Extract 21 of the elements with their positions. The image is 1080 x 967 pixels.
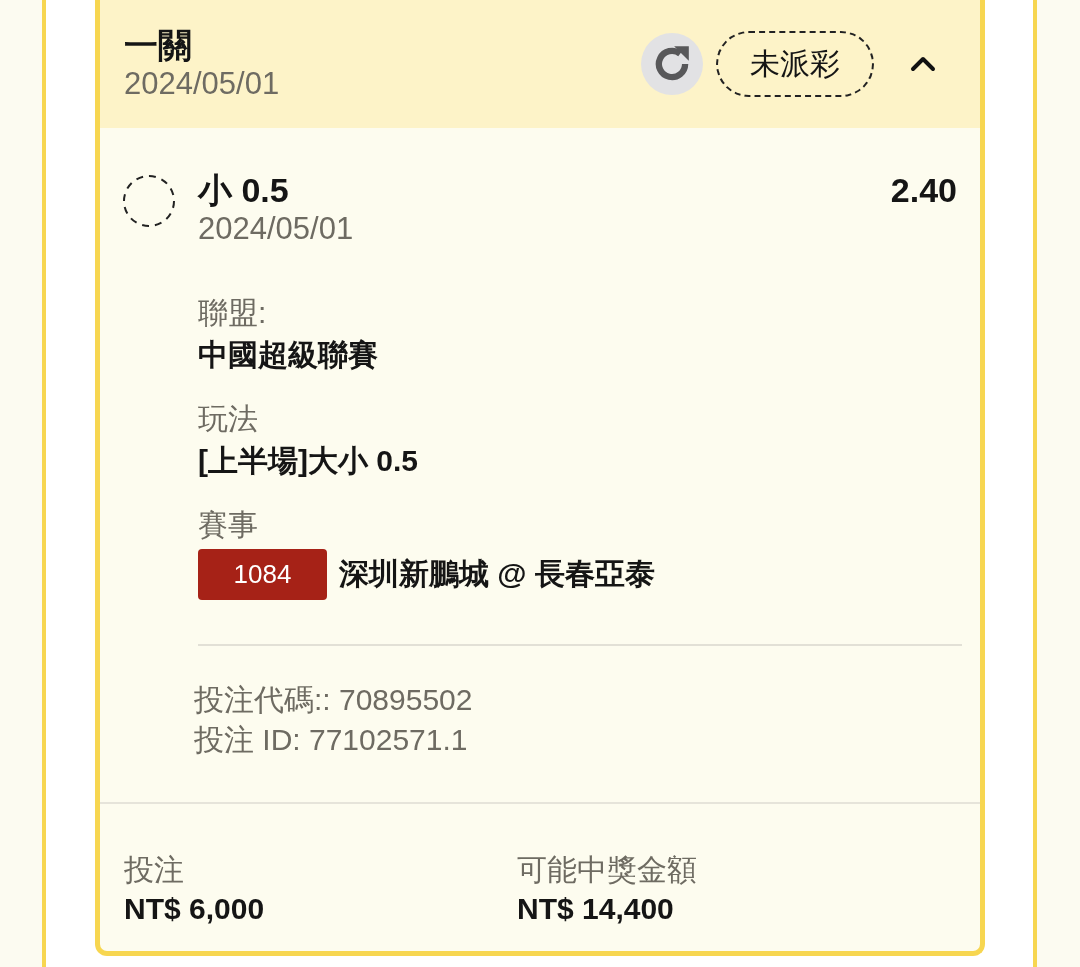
selection-date: 2024/05/01 [198,210,354,248]
summary-value: NT$ 14,400 [517,891,674,927]
field-label: 聯盟: [198,295,267,331]
bet-date: 2024/05/01 [124,65,280,103]
bet-type-title: 一關 [124,25,192,65]
match-teams: 深圳新鵬城 @ 長春亞泰 [339,555,655,592]
bet-reference: 投注代碼:: 70895502 [194,682,473,718]
status-badge: 未派彩 [716,31,874,97]
field-value: 中國超級聯賽 [198,337,378,373]
summary-label: 投注 [124,852,184,888]
selection-name: 小 0.5 [198,170,289,210]
bet-reference: 投注 ID: 77102571.1 [194,722,468,758]
summary-label: 可能中獎金額 [517,852,697,888]
match-number-tag: 1084 [198,548,327,600]
chevron-up-icon[interactable] [910,56,936,72]
field-value: [上半場]大小 0.5 [198,443,419,479]
field-label: 玩法 [198,401,258,437]
field-label: 賽事 [198,507,258,543]
dashed-circle-icon [122,174,176,228]
summary-value: NT$ 6,000 [124,891,265,927]
odds-value: 2.40 [890,170,957,210]
